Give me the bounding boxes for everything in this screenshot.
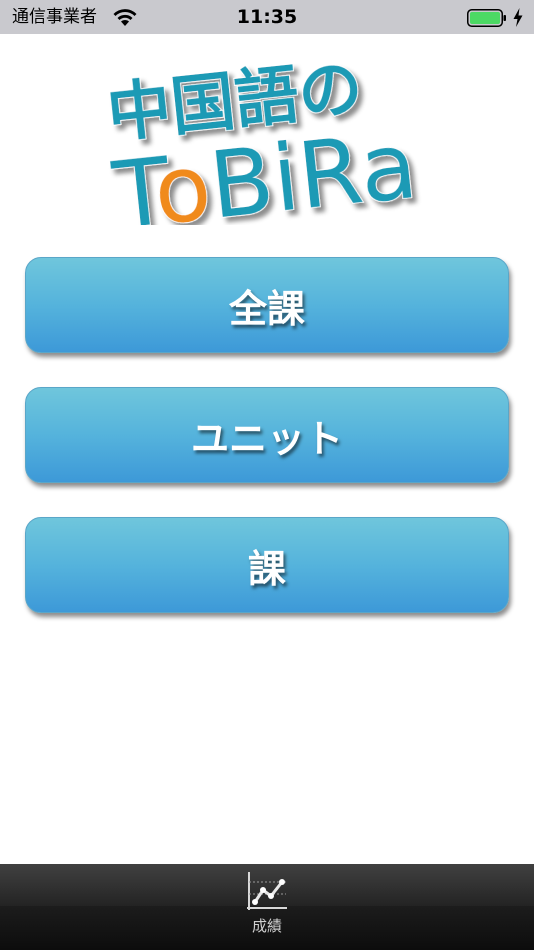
charging-icon — [513, 8, 523, 27]
tab-results[interactable]: 成績 — [227, 870, 307, 946]
tab-bar: 成績 — [0, 864, 534, 950]
clock: 11:35 — [236, 6, 298, 28]
app-screen: 通信事業者 11:35 中国語の ToBiRa 全課 ユニット 課 成績 — [0, 0, 534, 950]
app-logo: 中国語の ToBiRa — [103, 51, 423, 225]
tab-results-label: 成績 — [251, 917, 282, 935]
unit-button[interactable]: ユニット — [25, 387, 509, 483]
status-bar: 通信事業者 11:35 — [0, 0, 534, 34]
all-lessons-button[interactable]: 全課 — [25, 257, 509, 353]
chart-icon — [247, 872, 287, 910]
battery-icon — [467, 9, 506, 27]
lesson-button[interactable]: 課 — [25, 517, 509, 613]
